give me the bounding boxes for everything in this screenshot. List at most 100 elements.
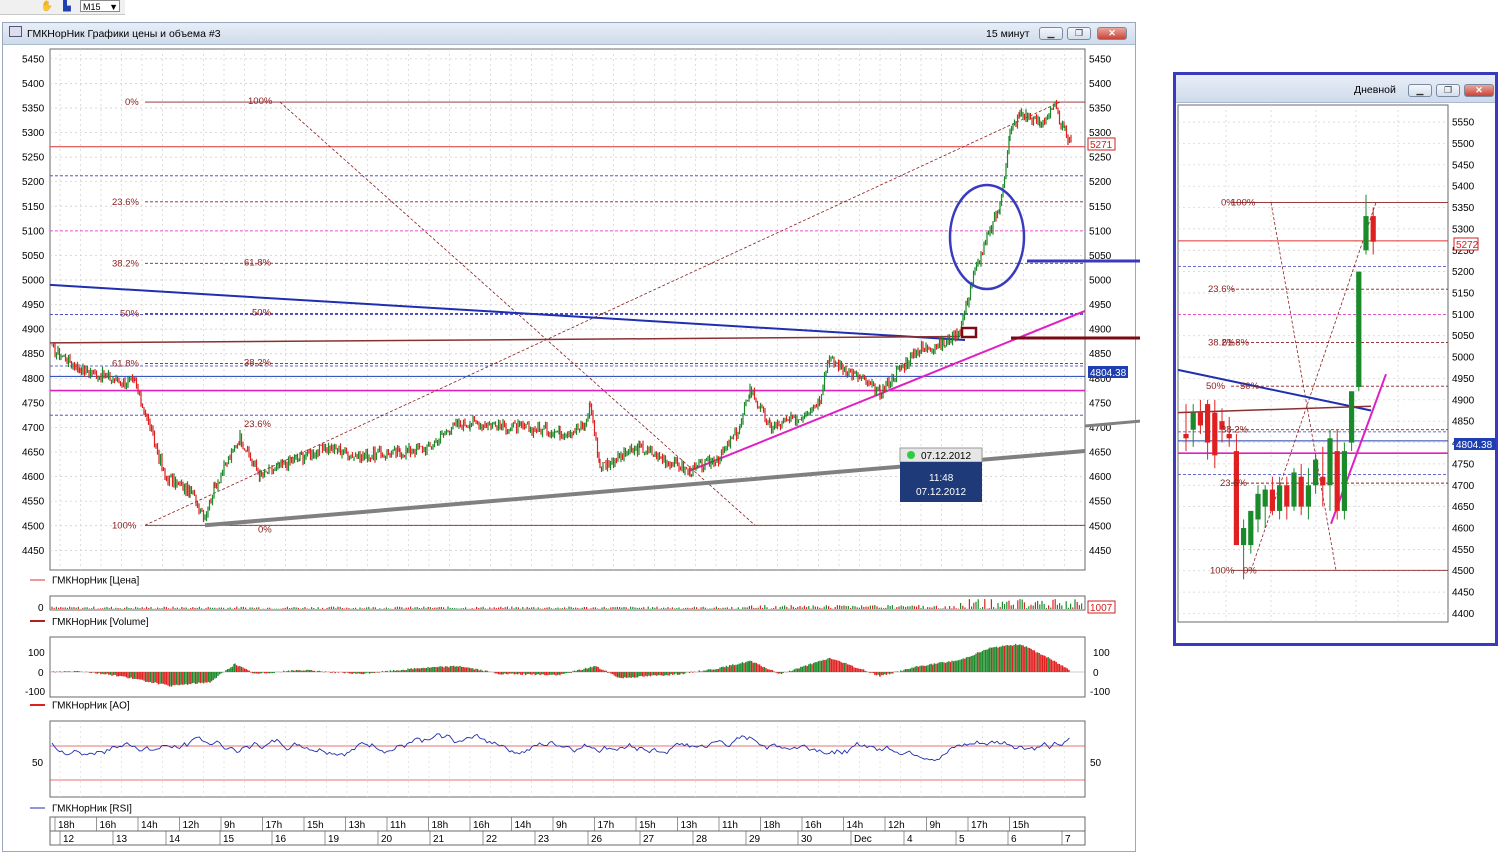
level-price-label: 4804.38	[1090, 368, 1127, 379]
daily-window-title: Дневной	[1354, 84, 1396, 96]
day-label: 6	[1011, 834, 1017, 845]
hour-label: 13h	[349, 820, 366, 831]
fib-label-right: 61.8%	[244, 257, 271, 268]
price-y-tick-right: 4450	[1089, 546, 1112, 557]
volume-legend: ГМКНорНик [Volume]	[52, 617, 149, 628]
daily-candle-body	[1291, 472, 1297, 507]
price-y-tick: 5050	[22, 251, 45, 262]
daily-candle-body	[1269, 489, 1275, 511]
hour-label: 14h	[141, 820, 158, 831]
day-label: 26	[591, 834, 603, 845]
price-y-tick-right: 4650	[1089, 448, 1112, 459]
daily-y-tick: 4700	[1452, 481, 1475, 492]
daily-candle-body	[1334, 451, 1340, 511]
price-y-tick: 4600	[22, 472, 45, 483]
daily-candle-body	[1305, 485, 1311, 507]
price-y-tick: 5400	[22, 79, 45, 90]
fib-label-left: 50%	[120, 308, 140, 319]
hour-label: 16h	[805, 820, 822, 831]
daily-candle-body	[1233, 451, 1239, 546]
hour-label: 9h	[556, 820, 567, 831]
ao-y-tick-0-right: 0	[1093, 668, 1099, 679]
daily-y-tick: 4900	[1452, 395, 1475, 406]
hour-label: 9h	[224, 820, 235, 831]
daily-y-tick: 5100	[1452, 310, 1475, 321]
daily-window-titlebar[interactable]: Дневной ▁ ❐ ✕	[1176, 75, 1495, 103]
daily-y-tick: 5000	[1452, 353, 1475, 364]
daily-fib-label: 50%	[1240, 381, 1260, 392]
price-y-tick: 4900	[22, 325, 45, 336]
ao-y-tick-m100: -100	[25, 687, 45, 698]
price-legend: ГМКНорНик [Цена]	[52, 576, 139, 587]
daily-minimize-button[interactable]: ▁	[1408, 84, 1432, 97]
daily-fib-label: 61.8%	[1222, 338, 1249, 349]
price-y-tick: 5300	[22, 128, 45, 139]
hour-label: 14h	[847, 820, 864, 831]
hour-label: 15h	[639, 820, 656, 831]
hour-label: 12h	[183, 820, 200, 831]
price-y-tick: 5100	[22, 226, 45, 237]
daily-candle-body	[1241, 528, 1247, 546]
daily-candle-body	[1327, 438, 1333, 486]
hour-label: 16h	[473, 820, 490, 831]
daily-maximize-button[interactable]: ❐	[1436, 84, 1460, 97]
price-y-tick: 5350	[22, 103, 45, 114]
hour-label: 9h	[930, 820, 941, 831]
daily-candle-body	[1341, 451, 1347, 511]
day-label: 29	[749, 834, 761, 845]
ao-legend: ГМКНорНик [AO]	[52, 701, 130, 712]
hour-label: 15h	[1013, 820, 1030, 831]
daily-y-tick: 4400	[1452, 609, 1475, 620]
price-y-tick-right: 5150	[1089, 202, 1112, 213]
price-y-tick: 4550	[22, 497, 45, 508]
tooltip-time: 11:48	[929, 473, 954, 484]
daily-y-tick: 4750	[1452, 459, 1475, 470]
daily-candle-body	[1363, 216, 1369, 251]
daily-fib-label: 0%	[1243, 565, 1257, 576]
day-label: 13	[116, 834, 128, 845]
rsi-legend: ГМКНорНик [RSI]	[52, 804, 132, 815]
price-y-tick-right: 4900	[1089, 325, 1112, 336]
price-y-tick: 4500	[22, 521, 45, 532]
daily-y-tick: 5450	[1452, 160, 1475, 171]
fib-label-right: 38.2%	[244, 358, 271, 369]
tooltip-date: 07.12.2012	[921, 451, 971, 462]
price-y-tick: 4650	[22, 448, 45, 459]
price-y-tick-right: 4750	[1089, 398, 1112, 409]
price-y-tick-right: 4600	[1089, 472, 1112, 483]
price-y-tick: 4850	[22, 349, 45, 360]
price-y-tick: 4450	[22, 546, 45, 557]
daily-y-tick: 5500	[1452, 139, 1475, 150]
daily-close-button[interactable]: ✕	[1464, 84, 1494, 97]
price-y-tick: 5450	[22, 54, 45, 65]
day-label: 12	[63, 834, 75, 845]
daily-fib-label: 100%	[1231, 197, 1256, 208]
fib-label-left: 61.8%	[112, 359, 139, 370]
hour-label: 18h	[432, 820, 449, 831]
fib-label-right: 100%	[248, 96, 273, 107]
day-label: 16	[275, 834, 287, 845]
rsi-y-tick-right: 50	[1090, 758, 1102, 769]
ao-y-tick-100-right: 100	[1093, 648, 1110, 659]
daily-fib-label: 38.2%	[1221, 425, 1248, 436]
hour-label: 15h	[307, 820, 324, 831]
daily-candle-body	[1183, 434, 1189, 439]
daily-candle-body	[1212, 412, 1218, 456]
main-charts-svg: 5450 54505400 54005350 53505300 53005250 5250…	[22, 48, 1140, 846]
daily-y-tick: 5400	[1452, 182, 1475, 193]
daily-candle-body	[1262, 489, 1268, 507]
daily-candle-body	[1248, 510, 1254, 546]
hour-label: 16h	[100, 820, 117, 831]
daily-y-tick: 4550	[1452, 545, 1475, 556]
ao-y-tick-100: 100	[28, 648, 45, 659]
daily-y-tick: 5350	[1452, 203, 1475, 214]
day-label: 4	[907, 834, 913, 845]
day-label: 20	[381, 834, 393, 845]
daily-candle-body	[1298, 476, 1304, 507]
rsi-panel	[49, 720, 1086, 798]
fib-label-left: 100%	[112, 520, 137, 531]
price-y-tick-right: 5100	[1089, 226, 1112, 237]
daily-fib-label: 23.6%	[1208, 284, 1235, 295]
day-label: 28	[696, 834, 708, 845]
daily-y-tick: 5550	[1452, 118, 1475, 129]
